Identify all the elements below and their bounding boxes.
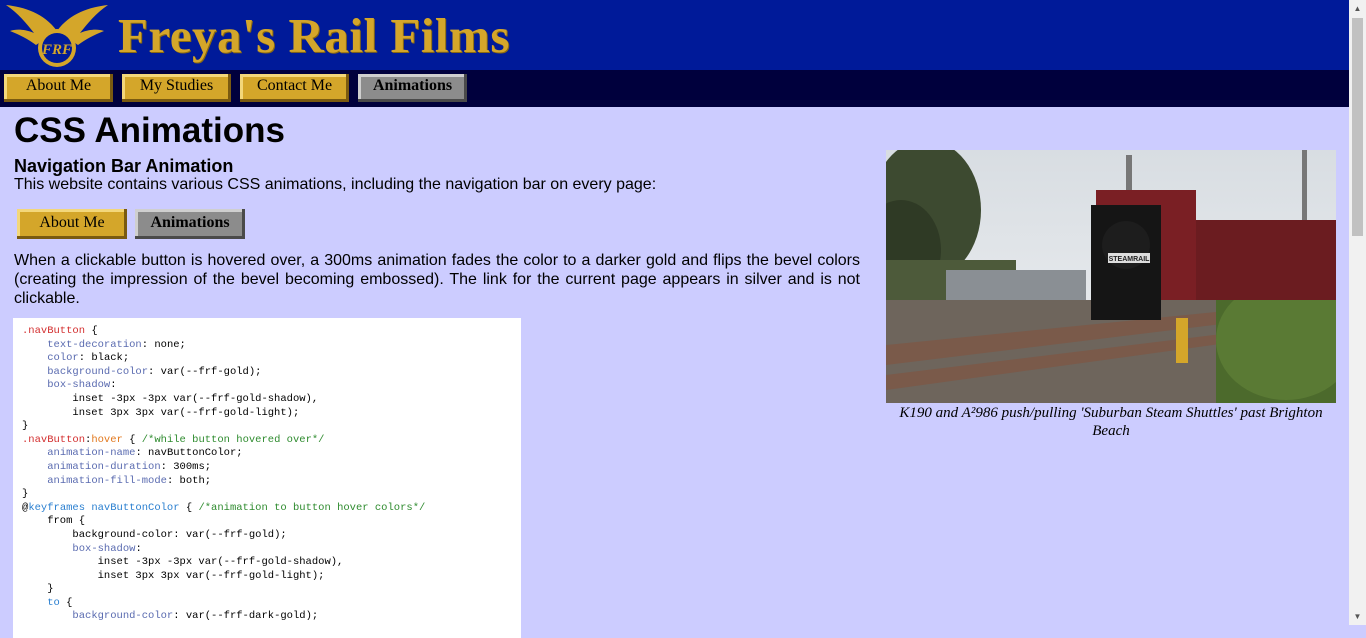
steam-train-photo: STEAMRAIL [886, 150, 1336, 403]
scroll-up-icon[interactable]: ▲ [1349, 0, 1366, 17]
demo-animations-button: Animations [135, 209, 245, 239]
logo-text: FRF [41, 42, 72, 58]
locomotive-plate: STEAMRAIL [1109, 256, 1151, 263]
scroll-down-icon[interactable]: ▼ [1349, 608, 1366, 625]
nav-bar: About Me My Studies Contact Me Animation… [0, 70, 1349, 107]
scrollbar-thumb[interactable] [1352, 18, 1363, 236]
photo-figure: STEAMRAIL K190 and A²986 push/pulling 'S… [886, 150, 1336, 440]
site-header: FRF Freya's Rail Films [0, 0, 1349, 70]
section-heading: Navigation Bar Animation [14, 156, 234, 176]
demo-about-me-button[interactable]: About Me [17, 209, 127, 239]
page-title: CSS Animations [14, 111, 285, 150]
frf-logo-icon[interactable]: FRF [4, 3, 110, 69]
photo-caption: K190 and A²986 push/pulling 'Suburban St… [899, 405, 1323, 439]
nav-animations-current: Animations [358, 74, 467, 102]
code-sample: .navButton { text-decoration: none; colo… [13, 318, 521, 638]
site-title: Freya's Rail Films [118, 8, 510, 63]
css-code: .navButton { text-decoration: none; colo… [22, 325, 426, 623]
intro-text: This website contains various CSS animat… [14, 176, 657, 193]
nav-my-studies[interactable]: My Studies [122, 74, 231, 102]
nav-about-me[interactable]: About Me [4, 74, 113, 102]
page-scrollbar[interactable]: ▲ ▼ [1349, 0, 1366, 625]
animation-description: When a clickable button is hovered over,… [14, 252, 860, 307]
nav-contact-me[interactable]: Contact Me [240, 74, 349, 102]
